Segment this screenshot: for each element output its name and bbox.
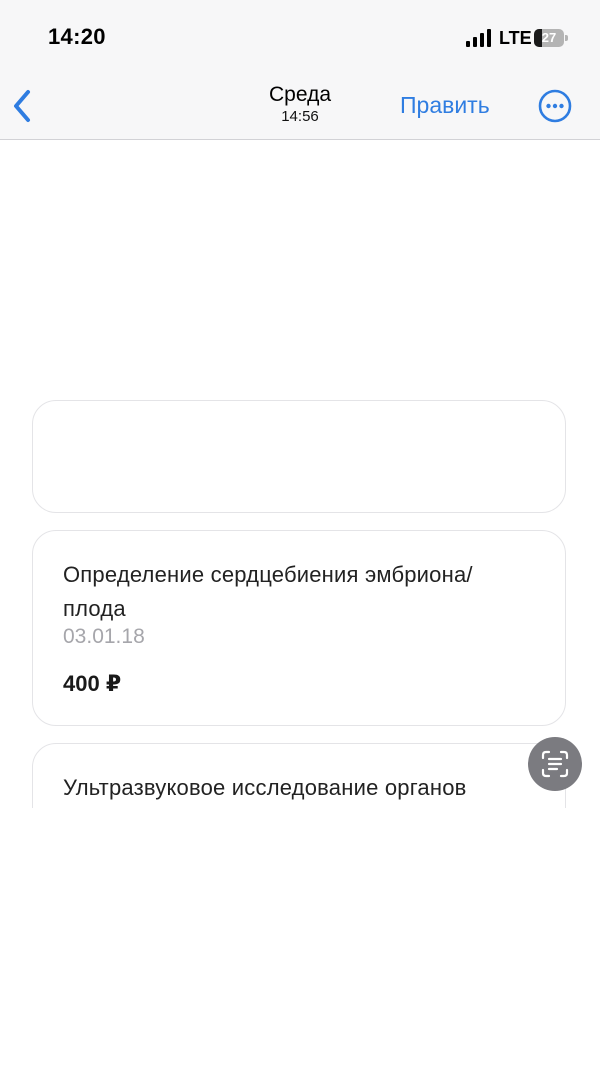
service-price: 400 ₽: [63, 671, 122, 696]
cellular-signal-icon: [466, 29, 492, 47]
service-date: 03.01.18: [63, 625, 145, 648]
more-button[interactable]: [538, 89, 572, 123]
nav-title-day: Среда: [269, 83, 331, 106]
service-title: Определение сердцебиения эмбриона/плода: [63, 562, 473, 621]
service-card: Ультразвуковое исследование органов: [32, 743, 566, 808]
chevron-left-icon: [14, 90, 30, 122]
network-type: LTE: [499, 28, 532, 48]
service-title: Ультразвуковое исследование органов: [63, 775, 467, 800]
battery-icon: 27: [534, 29, 568, 47]
service-card: Определение сердцебиения эмбриона/плода …: [32, 530, 566, 726]
edit-button[interactable]: Править: [400, 92, 490, 119]
ellipsis-circle-icon: [538, 89, 572, 123]
screenshot-viewer: 14:20 LTE 27 Среда 14:56 Править Определ…: [0, 0, 600, 1067]
live-text-button[interactable]: [528, 737, 582, 791]
battery-level: 27: [541, 30, 557, 45]
status-bar: 14:20 LTE 27: [0, 0, 600, 74]
navigation-bar: Среда 14:56 Править: [0, 74, 600, 140]
nav-title-time: 14:56: [281, 108, 319, 125]
image-content: Определение сердцебиения эмбриона/плода …: [0, 140, 600, 808]
nav-title: Среда 14:56: [200, 82, 400, 126]
service-card-partial: [32, 400, 566, 513]
back-button[interactable]: [6, 86, 42, 126]
text-scan-icon: [541, 750, 569, 778]
status-time: 14:20: [48, 24, 106, 49]
